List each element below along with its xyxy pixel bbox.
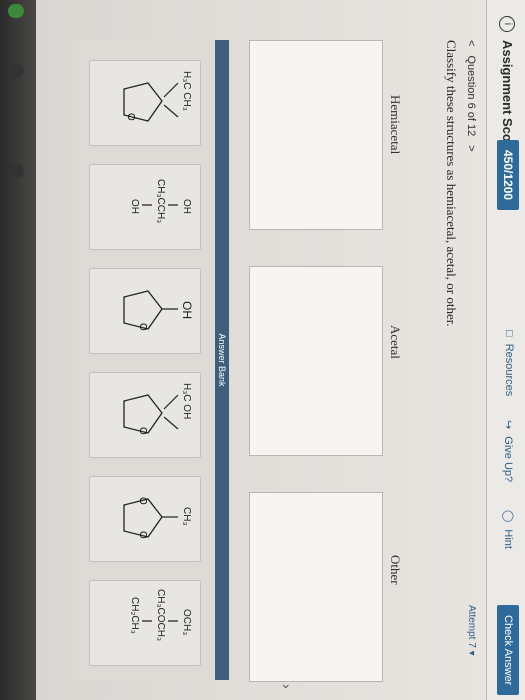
- hint-icon: ◯: [502, 510, 514, 523]
- column-title-acetal: Acetal: [388, 325, 403, 359]
- thf-ring-icon: O O: [123, 497, 178, 539]
- attempt-label: Attempt 7: [466, 605, 477, 648]
- structure-card[interactable]: H₃C CH₃ O: [89, 60, 201, 146]
- bond-lines-icon: [142, 620, 178, 622]
- resources-icon: □: [503, 330, 515, 337]
- top-bar: i Assignment Score: 450/1200 □ Resources…: [486, 0, 525, 700]
- structure-card[interactable]: OCH₃ CH₃COCH₃ CH₂CH₃: [89, 580, 201, 666]
- chevron-down-icon: ▾: [466, 650, 477, 656]
- structure-card[interactable]: OH O: [89, 268, 201, 354]
- structure-card[interactable]: OH CH₃CCH₃ OH: [89, 164, 201, 250]
- structure-card[interactable]: CH₃ O O: [89, 476, 201, 562]
- info-icon[interactable]: i: [499, 16, 515, 32]
- svg-text:O: O: [137, 323, 148, 331]
- svg-text:O: O: [137, 497, 148, 505]
- question-prompt: Classify these structures as hemiacetal,…: [444, 40, 459, 327]
- thf-ring-icon: O: [123, 82, 179, 122]
- question-nav: < Question 6 of 12 >: [465, 40, 477, 158]
- led-indicator: [8, 4, 24, 18]
- check-answer-button[interactable]: Check Answer: [497, 605, 519, 696]
- column-title-hemiacetal: Hemiacetal: [388, 95, 403, 155]
- dropzone-acetal[interactable]: [249, 266, 383, 456]
- bezel-mark: [8, 64, 24, 78]
- give-up-button[interactable]: ↪ Give Up?: [502, 420, 515, 482]
- prev-question-button[interactable]: <: [465, 40, 477, 46]
- resources-button[interactable]: □ Resources: [503, 330, 515, 396]
- give-up-icon: ↪: [502, 420, 514, 430]
- attempt-dropdown[interactable]: Attempt 7 ▾: [466, 605, 477, 656]
- answer-bank-header: Answer Bank: [215, 40, 229, 680]
- dropzone-other[interactable]: [249, 492, 383, 682]
- svg-text:O: O: [137, 427, 148, 435]
- svg-text:O: O: [125, 113, 136, 121]
- thf-ring-icon: O: [123, 290, 178, 331]
- screen: i Assignment Score: 450/1200 □ Resources…: [36, 0, 525, 700]
- dropzone-hemiacetal[interactable]: [249, 40, 383, 230]
- next-question-button[interactable]: >: [465, 145, 477, 151]
- bond-lines-icon: [142, 204, 178, 206]
- svg-text:O: O: [137, 531, 148, 539]
- structure-card[interactable]: H₃C OH O: [89, 372, 201, 458]
- hint-label: Hint: [502, 529, 514, 549]
- column-title-other: Other: [388, 555, 403, 585]
- question-title: Question 6 of 12: [465, 55, 477, 137]
- give-up-label: Give Up?: [502, 436, 514, 483]
- answer-bank: H₃C CH₃ O OH CH₃CCH₃ OH OH O H₃C OH O CH…: [73, 40, 213, 680]
- thf-ring-icon: O: [123, 394, 179, 435]
- assignment-page: i Assignment Score: 450/1200 □ Resources…: [36, 0, 525, 700]
- laptop-bezel: [0, 0, 36, 700]
- chevron-right-icon[interactable]: ›: [279, 684, 295, 689]
- score-badge: 450/1200: [497, 140, 519, 211]
- resources-label: Resources: [503, 343, 515, 397]
- bezel-mark: [8, 164, 24, 178]
- hint-button[interactable]: ◯ Hint: [502, 510, 515, 549]
